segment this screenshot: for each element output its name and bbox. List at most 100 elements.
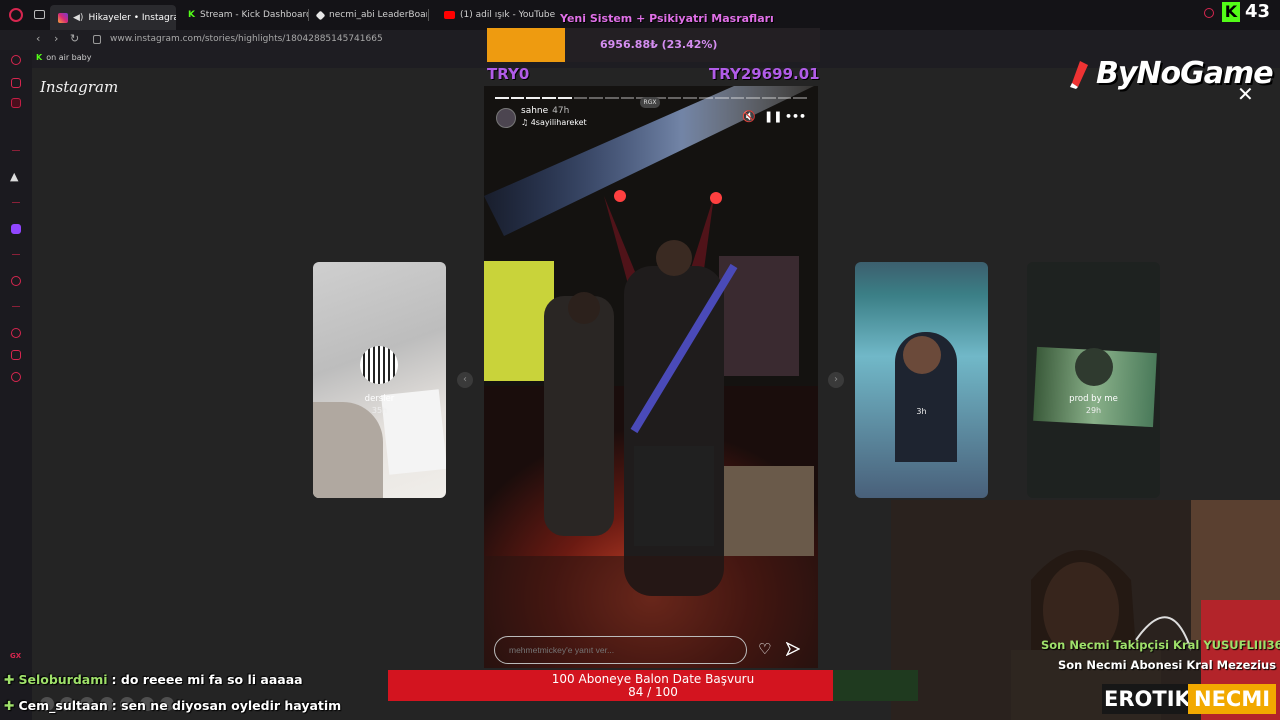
apex-icon[interactable]: ▲ xyxy=(10,171,20,182)
instagram-icon xyxy=(58,12,68,23)
tab-instagram[interactable]: ◀) Hikayeler • Instagram xyxy=(50,5,176,30)
tab-label: Hikayeler • Instagram xyxy=(88,12,176,23)
tab-label: Stream - Kick Dashboard xyxy=(199,10,308,20)
progress-segment xyxy=(526,97,541,99)
donation-title: Yeni Sistem + Psikiyatri Masrafları xyxy=(560,12,774,25)
extensions-icon[interactable] xyxy=(11,350,21,360)
progress-segment xyxy=(510,97,525,99)
progress-segment xyxy=(604,97,619,99)
youtube-icon xyxy=(444,11,455,19)
previous-story-button[interactable]: ‹ xyxy=(457,372,473,388)
forward-icon[interactable]: › xyxy=(54,32,58,45)
diamond-icon xyxy=(315,10,326,20)
rgx-badge: RGX xyxy=(640,97,660,108)
story-avatar xyxy=(903,336,941,374)
like-icon[interactable]: ♡ xyxy=(758,640,771,658)
back-icon[interactable]: ‹ xyxy=(36,32,40,45)
sub-goal-count: 84 / 100 xyxy=(628,685,678,699)
chat-badge-icon: ✚ xyxy=(4,672,15,687)
opera-gx-icon[interactable] xyxy=(9,8,23,22)
progress-segment xyxy=(793,97,808,99)
progress-segment xyxy=(714,97,729,99)
story-time: 35h xyxy=(371,406,388,415)
progress-segment xyxy=(777,97,792,99)
music-label: 4sayilihareket xyxy=(530,118,587,127)
story-music[interactable]: ♫ 4sayilihareket xyxy=(521,118,587,127)
lock-icon xyxy=(93,35,101,44)
story-time: 29h xyxy=(1085,406,1102,415)
side-story-prod[interactable]: prod by me 29h xyxy=(1027,262,1160,498)
chat-message: ✚ Cem_sultaan : sen ne diyosan oyledir h… xyxy=(4,698,341,713)
player-icon[interactable] xyxy=(11,276,21,286)
divider xyxy=(12,202,20,203)
story-user-avatar[interactable] xyxy=(496,108,516,128)
chat-username: Cem_sultaan xyxy=(18,698,108,713)
kick-icon: K xyxy=(188,10,195,20)
story-avatar xyxy=(360,346,398,384)
kick-logo-icon: K xyxy=(1222,2,1240,22)
pause-icon[interactable]: ❚❚ xyxy=(764,110,782,123)
music-icon: ♫ xyxy=(521,118,531,127)
chat-text: : sen ne diyosan oyledir hayatim xyxy=(111,698,342,713)
progress-segment xyxy=(557,97,572,99)
donation-amount: 6956.88₺ (23.42%) xyxy=(600,38,718,51)
tab-overview-icon[interactable] xyxy=(34,10,45,19)
story-time: 3h xyxy=(916,407,927,416)
story-thumbnail xyxy=(313,402,383,498)
story-time: 47h xyxy=(552,106,570,116)
settings-icon[interactable] xyxy=(11,372,21,382)
story-username[interactable]: sahne xyxy=(521,106,548,116)
story-label: prod by me xyxy=(1069,394,1118,404)
speaker-icon[interactable]: ◀) xyxy=(73,8,83,28)
url-field[interactable]: www.instagram.com/stories/highlights/180… xyxy=(110,34,383,44)
divider xyxy=(12,254,20,255)
speed-dial-icon[interactable] xyxy=(11,55,21,65)
chat-text: : do reeee mi fa so li aaaaa xyxy=(111,672,303,687)
bookmark-label: on air baby xyxy=(46,53,92,62)
screen: ◀) Hikayeler • Instagram K Stream - Kick… xyxy=(0,0,1280,720)
progress-segment xyxy=(746,97,760,99)
side-story-2[interactable]: 3h xyxy=(855,262,988,498)
last-follower-text: Son Necmi Takipçisi Kral YUSUFLIII36 xyxy=(1041,638,1280,652)
reply-input[interactable] xyxy=(494,636,747,664)
story-label: dersler xyxy=(364,394,395,404)
tab-kick-dashboard[interactable]: K Stream - Kick Dashboard xyxy=(180,5,308,25)
progress-segment xyxy=(761,97,776,99)
bookmark-item[interactable]: K on air baby xyxy=(36,53,91,62)
divider xyxy=(12,306,20,307)
progress-segment xyxy=(699,97,713,99)
divider xyxy=(12,150,20,151)
search-icon[interactable] xyxy=(1204,8,1214,18)
side-story-dersler[interactable]: dersler 35h xyxy=(313,262,446,498)
story-header: sahne 47h xyxy=(521,106,569,116)
kick-icon: K xyxy=(36,53,43,62)
concert-scene xyxy=(484,86,818,668)
story-video[interactable] xyxy=(484,86,818,668)
progress-segment xyxy=(683,97,698,99)
instagram-logo[interactable]: Instagram xyxy=(40,78,118,96)
media-icon[interactable] xyxy=(11,98,21,108)
history-icon[interactable] xyxy=(11,328,21,338)
twitch-icon[interactable] xyxy=(11,78,21,88)
mute-icon[interactable]: 🔇 xyxy=(742,110,756,123)
reload-icon[interactable]: ↻ xyxy=(70,32,79,45)
viewer-count: 43 xyxy=(1245,1,1271,22)
tab-label: (1) adil ışık - YouTube xyxy=(460,10,556,20)
twitch-app-icon[interactable] xyxy=(11,224,21,234)
streamer-brand-left: EROTIK xyxy=(1102,684,1193,714)
send-icon[interactable] xyxy=(786,642,800,656)
next-story-button[interactable]: › xyxy=(828,372,844,388)
progress-segment xyxy=(730,97,745,99)
tab-label: necmi_abi LeaderBoard xyxy=(329,10,427,20)
sidebar: ▲ GX xyxy=(0,50,32,720)
progress-segment xyxy=(589,97,603,99)
more-icon[interactable]: ••• xyxy=(785,110,806,123)
chat-username: Seloburdami xyxy=(18,672,108,687)
tab-leaderboard[interactable]: necmi_abi LeaderBoard xyxy=(309,5,427,25)
progress-segment xyxy=(542,97,556,99)
story-avatar xyxy=(1075,348,1113,386)
tab-separator xyxy=(428,9,429,21)
tab-youtube[interactable]: (1) adil ışık - YouTube xyxy=(436,5,556,25)
last-subscriber-text: Son Necmi Abonesi Kral Mezezius xyxy=(1058,658,1277,672)
close-icon[interactable]: ✕ xyxy=(1237,82,1254,106)
